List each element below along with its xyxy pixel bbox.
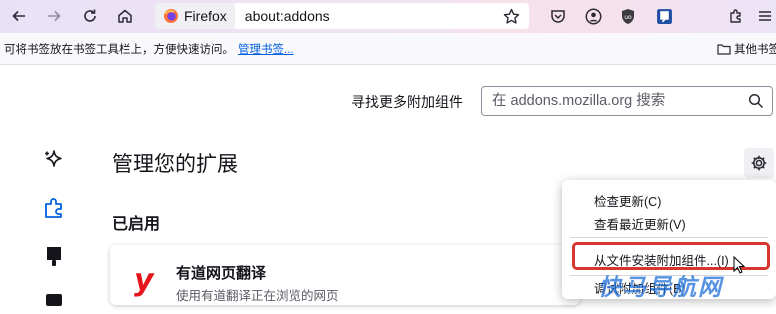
extensions-button[interactable]	[723, 4, 749, 28]
forward-button[interactable]	[41, 4, 67, 28]
url-text[interactable]: about:addons	[235, 8, 499, 24]
mouse-pointer-icon	[733, 256, 745, 274]
folder-icon	[717, 44, 731, 55]
category-plugins[interactable]	[40, 286, 68, 314]
pocket-icon	[551, 10, 565, 23]
extension-button-2[interactable]	[651, 4, 677, 28]
ublock-shield-icon: uo	[622, 8, 634, 24]
other-bookmarks-label: 其他书签	[734, 44, 776, 56]
bookmarks-hint-text: 可将书签放在书签工具栏上，方便快速访问。	[4, 44, 234, 56]
svg-text:uo: uo	[624, 14, 632, 21]
translate-extension-icon	[656, 8, 672, 24]
enabled-section-heading: 已启用	[112, 216, 161, 233]
ublock-extension-button[interactable]: uo	[615, 4, 641, 28]
bookmarks-hint: 可将书签放在书签工具栏上，方便快速访问。 管理书签...	[4, 41, 294, 57]
category-themes[interactable]	[40, 242, 68, 270]
other-bookmarks-button[interactable]: 其他书签	[717, 41, 776, 57]
extension-card[interactable]: y 有道网页翻译 使用有道翻译正在浏览的网页	[110, 245, 580, 305]
search-icon	[748, 93, 764, 109]
reload-icon	[84, 9, 96, 22]
home-button[interactable]	[112, 4, 138, 28]
identity-label: Firefox	[184, 8, 227, 24]
menu-separator	[570, 237, 768, 238]
app-menu-button[interactable]	[752, 4, 776, 28]
puzzle-piece-icon	[45, 198, 62, 218]
pocket-button[interactable]	[545, 4, 571, 28]
manage-bookmarks-link[interactable]: 管理书签...	[238, 44, 294, 56]
paintbrush-icon	[47, 247, 61, 266]
menu-item-install-from-file[interactable]: 从文件安装附加组件...(I)	[594, 250, 729, 269]
url-bar[interactable]: Firefox about:addons	[155, 3, 529, 29]
bookmark-star-icon[interactable]	[499, 8, 523, 25]
identity-box[interactable]: Firefox	[155, 3, 235, 29]
page-options-button[interactable]	[744, 148, 774, 178]
plugin-icon	[46, 294, 62, 306]
forward-arrow-icon	[48, 10, 61, 22]
bookmarks-toolbar: 可将书签放在书签工具栏上，方便快速访问。 管理书签... 其他书签	[0, 33, 776, 65]
sparkle-icon	[45, 150, 62, 167]
watermark: 快马导航网	[598, 274, 723, 300]
category-recommendations[interactable]	[40, 146, 68, 174]
addons-search-input[interactable]	[490, 92, 744, 110]
extension-name[interactable]: 有道网页翻译	[176, 262, 266, 283]
reload-button[interactable]	[77, 4, 103, 28]
addons-search-box[interactable]	[481, 86, 773, 116]
firefox-logo-icon	[164, 9, 178, 23]
find-more-addons-label: 寻找更多附加组件	[351, 94, 463, 110]
page-title: 管理您的扩展	[112, 153, 238, 176]
account-icon	[585, 8, 601, 24]
category-extensions[interactable]	[40, 194, 68, 222]
back-arrow-icon	[12, 10, 25, 22]
extension-description: 使用有道翻译正在浏览的网页	[176, 289, 339, 303]
navigation-toolbar: Firefox about:addons uo	[0, 0, 776, 33]
youdao-logo-icon: y	[134, 263, 154, 298]
back-button[interactable]	[6, 4, 32, 28]
account-button[interactable]	[580, 4, 606, 28]
puzzle-piece-icon	[730, 9, 741, 23]
hamburger-menu-icon	[759, 11, 771, 21]
gear-icon	[751, 155, 767, 171]
home-icon	[118, 9, 132, 23]
menu-item-view-recent-updates[interactable]: 查看最近更新(V)	[594, 214, 686, 233]
menu-item-check-updates[interactable]: 检查更新(C)	[594, 191, 661, 210]
